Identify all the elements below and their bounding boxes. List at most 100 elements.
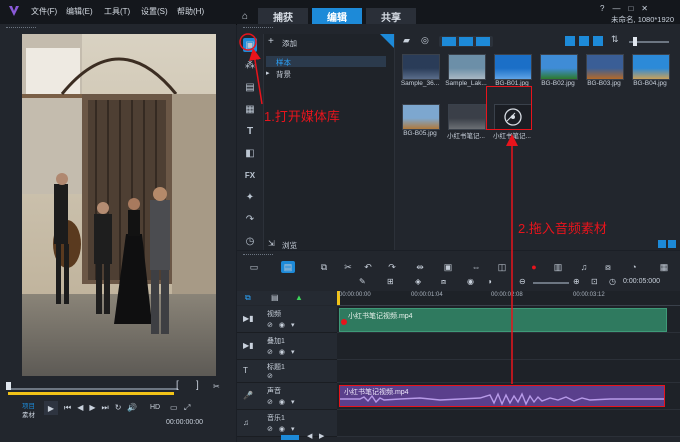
fullscreen-icon[interactable]: ⤢: [184, 403, 190, 413]
cue-icon[interactable]: ⊞: [387, 277, 394, 286]
volume-icon[interactable]: 🔊: [127, 403, 137, 413]
track-controls[interactable]: ⊘◉▾: [267, 398, 301, 406]
path-icon[interactable]: ↷: [243, 212, 257, 226]
menu-help[interactable]: 帮助(H): [177, 6, 204, 17]
duration-clock-icon[interactable]: ◷: [609, 277, 616, 286]
browse-label[interactable]: 浏览: [282, 240, 297, 251]
track-header-voice[interactable]: 🎤 声音 ⊘◉▾: [237, 383, 337, 410]
timeline-scroll-thumb[interactable]: [281, 435, 299, 440]
maximize-icon[interactable]: □: [628, 4, 633, 13]
tab-capture[interactable]: 捕获: [258, 8, 308, 24]
play-button[interactable]: ▶: [44, 401, 58, 415]
motion-track-icon[interactable]: ◫: [495, 261, 509, 273]
template-icon[interactable]: ▦: [657, 261, 671, 273]
folder-item-sample[interactable]: 样本: [266, 56, 386, 67]
menu-tools[interactable]: 工具(T): [104, 6, 130, 17]
next-frame-icon[interactable]: ▶: [89, 403, 95, 413]
motion-path-icon[interactable]: ✦: [243, 190, 257, 204]
timecode-display[interactable]: 00:00:00:00: [166, 419, 203, 426]
close-icon[interactable]: ✕: [641, 4, 648, 13]
color-icon[interactable]: ◉: [467, 277, 474, 286]
list-view-icon[interactable]: [565, 36, 575, 46]
adjust-icon[interactable]: ◑: [487, 277, 492, 286]
zoom-slider[interactable]: [533, 282, 569, 284]
add-folder-label[interactable]: 添加: [282, 38, 297, 49]
go-to-end-icon[interactable]: ⏭: [102, 403, 109, 413]
browse-icon[interactable]: ⇲: [268, 239, 275, 248]
menu-file[interactable]: 文件(F): [31, 6, 57, 17]
panel-float-icon[interactable]: [668, 240, 676, 248]
title-icon[interactable]: T: [243, 124, 257, 138]
fit-icon[interactable]: ⇹: [413, 261, 427, 273]
instant-project-icon[interactable]: ⁂: [243, 58, 257, 72]
undo-icon[interactable]: ↶: [361, 261, 375, 273]
track-manager-icon[interactable]: ⧉: [245, 293, 251, 303]
preview-size-icon[interactable]: ▭: [170, 403, 178, 412]
sort-icon[interactable]: ⇅: [611, 34, 619, 45]
thumbnail-size-handle[interactable]: [633, 37, 637, 46]
scroll-right-icon[interactable]: ▶: [319, 432, 324, 440]
import-folder-icon[interactable]: ▰: [403, 35, 410, 46]
media-thumbnail[interactable]: 小红书笔记...: [445, 104, 487, 142]
show-photo-toggle[interactable]: [459, 37, 473, 46]
tab-edit[interactable]: 编辑: [312, 8, 362, 24]
media-thumbnail[interactable]: BG-B03.jpg: [583, 54, 625, 92]
media-library-icon[interactable]: ▣: [243, 38, 257, 52]
fit-project-icon[interactable]: ⊡: [591, 277, 598, 286]
media-thumbnail[interactable]: BG-B05.jpg: [399, 104, 441, 142]
track-header-overlay[interactable]: ▶▮ 叠加1 ⊘◉▾: [237, 333, 337, 360]
timeline-view-icon[interactable]: ▤: [281, 261, 295, 273]
scrubber-track[interactable]: [8, 388, 178, 390]
multi-cam-icon[interactable]: ⧇: [601, 261, 615, 273]
trim-range-bar[interactable]: [8, 392, 174, 395]
media-thumbnail[interactable]: Sample_Lak...: [445, 54, 487, 92]
menu-settings[interactable]: 设置(S): [141, 6, 168, 17]
help-icon[interactable]: ?: [600, 4, 604, 13]
zoom-in-icon[interactable]: ⊕: [573, 277, 580, 286]
track-header-title[interactable]: T 标题1 ⊘: [237, 360, 337, 383]
detail-view-icon[interactable]: [593, 36, 603, 46]
auto-music-icon[interactable]: ♫: [577, 261, 591, 273]
mixer-icon[interactable]: ▥: [551, 261, 565, 273]
repeat-icon[interactable]: ↻: [115, 403, 122, 413]
video-track-lane[interactable]: 小红书笔记视频.mp4: [337, 306, 680, 333]
title-track-lane[interactable]: [337, 360, 680, 383]
zoom-out-icon[interactable]: ⊖: [519, 277, 526, 286]
thumbnail-view-icon[interactable]: [579, 36, 589, 46]
record-icon[interactable]: ◎: [421, 35, 429, 46]
redo-icon[interactable]: ↷: [385, 261, 399, 273]
graphics-icon[interactable]: ▦: [243, 102, 257, 116]
record-capture-icon[interactable]: ●: [527, 261, 541, 273]
track-controls[interactable]: ⊘◉▾: [267, 425, 301, 433]
tools-icon[interactable]: ✂: [341, 261, 355, 273]
storyboard-view-icon[interactable]: ▭: [247, 261, 261, 273]
media-thumbnail[interactable]: BG-B02.jpg: [537, 54, 579, 92]
mark-out-button[interactable]: ]: [196, 380, 199, 391]
media-thumbnail[interactable]: Sample_36...: [399, 54, 441, 92]
music-track-lane[interactable]: [337, 410, 680, 437]
panel-dock-icon[interactable]: [658, 240, 666, 248]
scroll-left-icon[interactable]: ◀: [307, 432, 312, 440]
insert-clip-icon[interactable]: ⧉: [317, 261, 331, 273]
video-clip[interactable]: 小红书笔记视频.mp4: [339, 308, 667, 332]
split-clip-icon[interactable]: ✂: [213, 382, 220, 391]
chapter-icon[interactable]: ✎: [359, 277, 366, 286]
subtitle-icon[interactable]: ▣: [441, 261, 455, 273]
mask-icon[interactable]: ⧈: [441, 277, 446, 287]
split-icon[interactable]: ⇔: [469, 261, 483, 273]
track-header-video[interactable]: ▶▮ 视频 ⊘◉▾: [237, 306, 337, 333]
show-video-toggle[interactable]: [442, 37, 456, 46]
clip-mode-label[interactable]: 素材: [22, 409, 35, 419]
track-controls[interactable]: ⊘: [267, 372, 273, 380]
add-folder-icon[interactable]: +: [268, 36, 274, 47]
ripple-edit-icon[interactable]: ▲: [295, 293, 303, 302]
overlay-track-lane[interactable]: [337, 333, 680, 360]
speed-icon[interactable]: ◷: [243, 234, 257, 248]
folder-item-background[interactable]: ▸ 背景: [266, 68, 386, 79]
overlay-icon[interactable]: ◧: [243, 146, 257, 160]
media-thumbnail[interactable]: BG-B04.jpg: [629, 54, 671, 92]
timeline-ruler[interactable]: 00:00:00:00 00:00:01:04 00:00:02:08 00:0…: [337, 291, 680, 306]
mark-in-button[interactable]: [: [176, 380, 179, 391]
tab-share[interactable]: 共享: [366, 8, 416, 24]
menu-edit[interactable]: 编辑(E): [66, 6, 93, 17]
